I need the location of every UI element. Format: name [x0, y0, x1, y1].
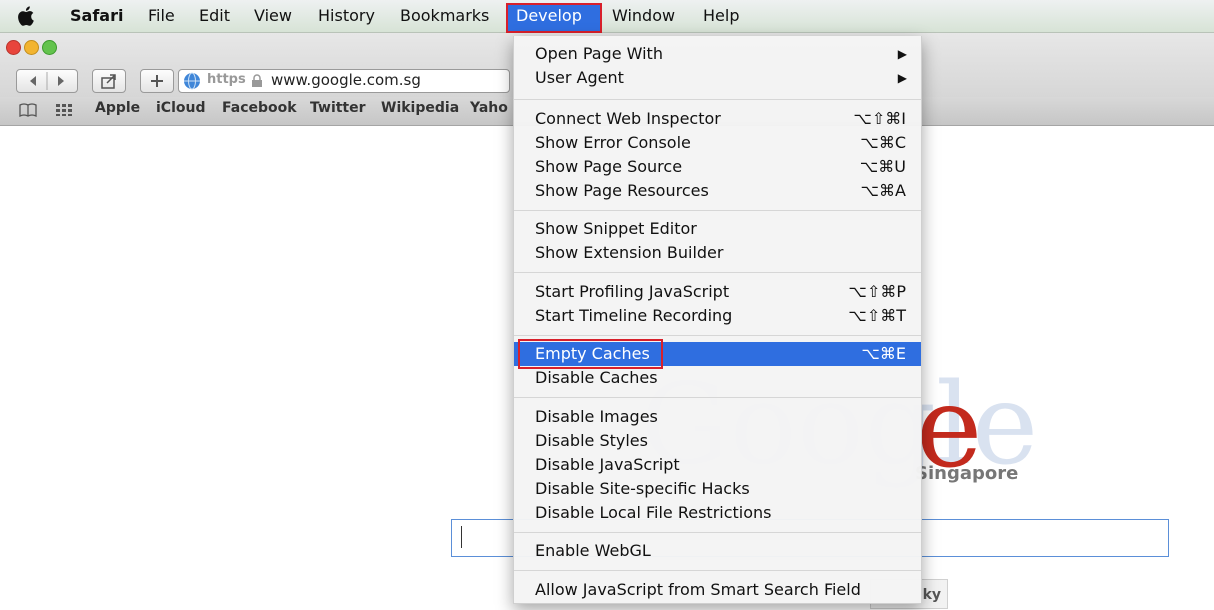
menu-item-label: Show Page Source — [535, 157, 683, 176]
bookmark-wikipedia[interactable]: Wikipedia — [381, 100, 459, 116]
menu-item-shortcut: ⌥⌘A — [860, 181, 906, 200]
menu-item-shortcut: ⌥⇧⌘P — [848, 282, 907, 301]
menu-item-shortcut: ⌥⌘U — [859, 157, 906, 176]
menu-bookmarks[interactable]: Bookmarks — [400, 0, 489, 32]
back-forward-arrows-icon — [30, 72, 64, 90]
menu-separator — [514, 570, 921, 571]
menu-item-open-page-with[interactable]: Open Page With ▶ — [514, 42, 921, 66]
submenu-arrow-icon: ▶ — [897, 71, 907, 85]
menu-item-show-error-console[interactable]: Show Error Console ⌥⌘C — [514, 131, 921, 155]
menu-help[interactable]: Help — [703, 0, 739, 32]
menu-item-label: Show Error Console — [535, 133, 691, 152]
menu-item-label: Enable WebGL — [535, 541, 651, 560]
menu-item-disable-local-file-restrictions[interactable]: Disable Local File Restrictions — [514, 501, 921, 525]
menu-item-disable-site-specific-hacks[interactable]: Disable Site-specific Hacks — [514, 477, 921, 501]
menu-separator — [514, 335, 921, 336]
menu-item-disable-styles[interactable]: Disable Styles — [514, 429, 921, 453]
bookmark-icloud[interactable]: iCloud — [156, 100, 205, 116]
menu-item-show-snippet-editor[interactable]: Show Snippet Editor — [514, 217, 921, 241]
minimize-window-icon[interactable] — [24, 40, 39, 55]
menu-item-show-page-source[interactable]: Show Page Source ⌥⌘U — [514, 155, 921, 179]
menu-item-label: Show Snippet Editor — [535, 219, 697, 238]
new-tab-button[interactable] — [140, 69, 174, 93]
menu-item-show-extension-builder[interactable]: Show Extension Builder — [514, 241, 921, 265]
menu-window[interactable]: Window — [612, 0, 675, 32]
menu-file[interactable]: File — [148, 0, 175, 32]
url-text: www.google.com.sg — [271, 71, 421, 89]
menu-item-disable-javascript[interactable]: Disable JavaScript — [514, 453, 921, 477]
top-sites-grid-icon[interactable] — [55, 103, 73, 117]
reading-list-book-icon[interactable] — [18, 102, 38, 118]
back-forward-buttons[interactable] — [16, 69, 78, 93]
apple-logo-icon[interactable] — [17, 5, 37, 27]
menu-develop[interactable]: Develop — [516, 0, 582, 32]
share-button[interactable] — [92, 69, 126, 93]
menu-item-enable-webgl[interactable]: Enable WebGL — [514, 539, 921, 563]
globe-icon — [184, 72, 200, 90]
menu-item-label: Show Page Resources — [535, 181, 709, 200]
menu-item-start-timeline-recording[interactable]: Start Timeline Recording ⌥⇧⌘T — [514, 304, 921, 328]
develop-dropdown-menu: Open Page With ▶ User Agent ▶ Connect We… — [513, 36, 922, 604]
menu-separator — [514, 210, 921, 211]
menu-item-label: Start Profiling JavaScript — [535, 282, 730, 301]
empty-caches-highlight-box — [518, 339, 663, 369]
menu-item-start-profiling-javascript[interactable]: Start Profiling JavaScript ⌥⇧⌘P — [514, 280, 921, 304]
zoom-window-icon[interactable] — [42, 40, 57, 55]
menu-item-label: Start Timeline Recording — [535, 306, 733, 325]
menu-item-shortcut: ⌥⇧⌘I — [853, 109, 906, 128]
menu-item-shortcut: ⌥⌘E — [861, 344, 906, 363]
menu-item-label: Disable Styles — [535, 431, 648, 450]
share-icon — [101, 74, 116, 89]
menu-item-shortcut: ⌥⇧⌘T — [848, 306, 906, 325]
submenu-arrow-icon: ▶ — [897, 47, 907, 61]
menu-view[interactable]: View — [254, 0, 292, 32]
plus-icon — [151, 75, 163, 87]
menu-item-label: Allow JavaScript from Smart Search Field — [535, 580, 861, 599]
menu-separator — [514, 532, 921, 533]
google-region-label: Singapore — [915, 463, 1019, 484]
menu-item-label: Disable Local File Restrictions — [535, 503, 772, 522]
bookmark-yahoo[interactable]: Yaho — [470, 100, 508, 116]
menu-safari[interactable]: Safari — [70, 0, 123, 32]
url-scheme: https — [207, 72, 246, 87]
menu-item-label: Disable JavaScript — [535, 455, 680, 474]
menu-item-user-agent[interactable]: User Agent ▶ — [514, 66, 921, 90]
menu-item-label: Disable Caches — [535, 368, 658, 387]
menu-item-label: User Agent — [535, 68, 624, 87]
menu-item-label: Show Extension Builder — [535, 243, 724, 262]
menu-separator — [514, 397, 921, 398]
bookmark-apple[interactable]: Apple — [95, 100, 140, 116]
menu-separator — [514, 99, 921, 100]
menu-item-shortcut: ⌥⌘C — [860, 133, 906, 152]
text-caret — [461, 526, 462, 548]
menu-item-label: Disable Site-specific Hacks — [535, 479, 750, 498]
menu-item-disable-images[interactable]: Disable Images — [514, 405, 921, 429]
menu-item-disable-caches[interactable]: Disable Caches — [514, 366, 921, 390]
close-window-icon[interactable] — [6, 40, 21, 55]
menu-item-label: Disable Images — [535, 407, 658, 426]
lock-icon — [252, 74, 262, 87]
menu-item-allow-javascript-smart-search[interactable]: Allow JavaScript from Smart Search Field — [514, 578, 921, 602]
menu-bar: Safari File Edit View History Bookmarks … — [0, 0, 1214, 33]
bookmark-facebook[interactable]: Facebook — [222, 100, 297, 116]
menu-item-label: Connect Web Inspector — [535, 109, 721, 128]
menu-edit[interactable]: Edit — [199, 0, 230, 32]
bookmark-twitter[interactable]: Twitter — [310, 100, 366, 116]
menu-item-show-page-resources[interactable]: Show Page Resources ⌥⌘A — [514, 179, 921, 203]
menu-item-label: Open Page With — [535, 44, 663, 63]
address-bar[interactable]: https www.google.com.sg — [178, 69, 510, 93]
menu-separator — [514, 272, 921, 273]
menu-history[interactable]: History — [318, 0, 375, 32]
menu-item-connect-web-inspector[interactable]: Connect Web Inspector ⌥⇧⌘I — [514, 107, 921, 131]
